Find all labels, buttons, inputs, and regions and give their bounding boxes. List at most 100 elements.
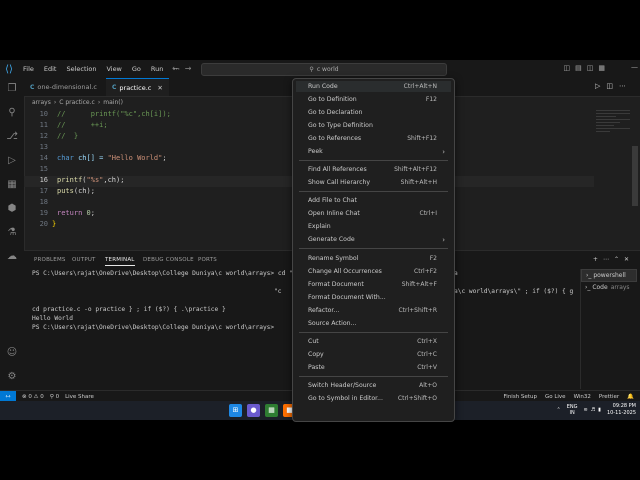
- terminal-item-powershell[interactable]: ›_ powershell: [581, 269, 637, 282]
- tab-one-dimensional[interactable]: C one-dimensional.c: [24, 78, 103, 96]
- menu-find-all-references[interactable]: Find All References Shift+Alt+F12: [296, 164, 451, 175]
- menu-paste[interactable]: Paste Ctrl+V: [296, 362, 451, 373]
- testing-icon[interactable]: ⚗: [5, 226, 19, 240]
- ports-count[interactable]: ⚲ 0: [50, 394, 59, 400]
- more-actions-icon[interactable]: ⋯: [619, 82, 632, 90]
- system-tray: ⌃ ENG IN ≋ ♬ ▮ 09:28 PM 10-11-2025: [557, 403, 637, 417]
- wifi-icon[interactable]: ≋: [583, 407, 587, 413]
- tab-debug-console[interactable]: DEBUG CONSOLE: [143, 257, 194, 263]
- toggle-sidebar-icon[interactable]: ◫: [564, 64, 576, 72]
- menu-change-all-occurrences[interactable]: Change All Occurrences Ctrl+F2: [296, 266, 451, 277]
- menu-edit[interactable]: Edit: [39, 65, 62, 73]
- more-actions-icon[interactable]: ⋯: [603, 256, 614, 263]
- terminal-item-code[interactable]: ›_ Code arrays: [581, 282, 637, 293]
- line-number: 19: [39, 209, 48, 217]
- back-arrow-icon[interactable]: ←: [172, 64, 185, 73]
- close-panel-icon[interactable]: ✕: [624, 256, 634, 263]
- menu-go-to-type-definition[interactable]: Go to Type Definition: [296, 120, 451, 131]
- menu-go-to-definition[interactable]: Go to Definition F12: [296, 94, 451, 105]
- editor-scrollbar[interactable]: [632, 146, 638, 206]
- menu-selection[interactable]: Selection: [61, 65, 101, 73]
- remote-explorer-icon[interactable]: ☁: [5, 250, 19, 264]
- menu-go-to-references[interactable]: Go to References Shift+F12: [296, 133, 451, 144]
- menu-open-inline-chat[interactable]: Open Inline Chat Ctrl+I: [296, 208, 451, 219]
- tab-output[interactable]: OUTPUT: [72, 257, 96, 263]
- widgets-icon[interactable]: ●: [247, 404, 260, 417]
- toggle-secondary-sidebar-icon[interactable]: ◫: [587, 64, 599, 72]
- input-language[interactable]: ENG IN: [567, 404, 578, 416]
- tab-ports[interactable]: PORTS: [198, 257, 217, 263]
- add-terminal-icon[interactable]: +: [593, 256, 603, 263]
- menu-peek[interactable]: Peek ›: [296, 146, 451, 157]
- menu-format-document[interactable]: Format Document Shift+Alt+F: [296, 279, 451, 290]
- go-live[interactable]: Go Live: [545, 394, 566, 400]
- menu-refactor[interactable]: Refactor... Ctrl+Shift+R: [296, 305, 451, 316]
- menu-view[interactable]: View: [101, 65, 126, 73]
- menu-switch-header-source[interactable]: Switch Header/Source Alt+O: [296, 380, 451, 391]
- tab-problems[interactable]: PROBLEMS: [34, 257, 66, 263]
- split-editor-icon[interactable]: ◫: [606, 82, 619, 90]
- line-number: 12: [39, 132, 48, 140]
- terminal-line: cd practice.c -o practice } ; if ($?) { …: [32, 306, 226, 313]
- menu-generate-code[interactable]: Generate Code ›: [296, 234, 451, 245]
- forward-arrow-icon[interactable]: →: [185, 64, 198, 73]
- c-file-icon: C: [112, 84, 117, 91]
- run-dropdown-icon[interactable]: ▷: [595, 82, 606, 90]
- nav-arrows[interactable]: ←→: [172, 64, 197, 73]
- terminal-prompt[interactable]: PS C:\Users\rajat\OneDrive\Desktop\Colle…: [32, 324, 278, 331]
- breadcrumb: arrays › C practice.c › main(): [24, 96, 126, 108]
- menu-run-code[interactable]: Run Code Ctrl+Alt+N: [296, 81, 451, 92]
- copilot-icon[interactable]: ⬢: [5, 202, 19, 216]
- explorer-icon[interactable]: ❐: [5, 82, 19, 96]
- battery-icon[interactable]: ▮: [598, 407, 601, 413]
- menu-cut[interactable]: Cut Ctrl+X: [296, 336, 451, 347]
- panel-actions[interactable]: +⋯⌃✕: [593, 256, 634, 263]
- tab-practice[interactable]: C practice.c ✕: [106, 78, 169, 96]
- minimap[interactable]: [594, 108, 632, 168]
- menu-add-file-to-chat[interactable]: Add File to Chat: [296, 195, 451, 206]
- menu-go[interactable]: Go: [127, 65, 146, 73]
- editor-actions[interactable]: ▷◫⋯: [595, 82, 632, 90]
- window-controls[interactable]: —: [631, 63, 638, 71]
- breadcrumb-symbol[interactable]: main(): [103, 99, 123, 106]
- menu-file[interactable]: File: [18, 65, 39, 73]
- toggle-panel-icon[interactable]: ▤: [575, 64, 587, 72]
- start-icon[interactable]: ⊞: [229, 404, 242, 417]
- menu-copy[interactable]: Copy Ctrl+C: [296, 349, 451, 360]
- clock[interactable]: 09:28 PM 10-11-2025: [607, 403, 636, 417]
- finish-setup[interactable]: Finish Setup: [504, 394, 537, 400]
- code-text: // printf("%c",ch[i]);: [57, 110, 171, 118]
- line-number: 10: [39, 110, 48, 118]
- account-icon[interactable]: ☺: [5, 346, 19, 360]
- live-share[interactable]: Live Share: [65, 394, 94, 400]
- menu-show-call-hierarchy[interactable]: Show Call Hierarchy Shift+Alt+H: [296, 177, 451, 188]
- platform[interactable]: Win32: [574, 394, 591, 400]
- command-center-search[interactable]: ⚲ c world: [201, 63, 447, 76]
- menu-rename-symbol[interactable]: Rename Symbol F2: [296, 253, 451, 264]
- menu-run[interactable]: Run: [146, 65, 168, 73]
- tab-terminal[interactable]: TERMINAL: [105, 257, 135, 266]
- customize-layout-icon[interactable]: ▦: [598, 64, 610, 72]
- spreadsheet-app-icon[interactable]: ▦: [265, 404, 278, 417]
- volume-icon[interactable]: ♬: [591, 407, 595, 413]
- menu-explain[interactable]: Explain: [296, 221, 451, 232]
- problems-count[interactable]: ⊗ 0 ⚠ 0: [22, 394, 44, 400]
- maximize-panel-icon[interactable]: ⌃: [614, 256, 624, 263]
- minimize-icon[interactable]: —: [631, 63, 638, 71]
- menu-format-document-with[interactable]: Format Document With...: [296, 292, 451, 303]
- run-debug-icon[interactable]: ▷: [5, 154, 19, 168]
- prettier[interactable]: Prettier: [599, 394, 619, 400]
- notifications-icon[interactable]: 🔔: [627, 394, 634, 400]
- menu-go-to-symbol[interactable]: Go to Symbol in Editor... Ctrl+Shift+O: [296, 393, 451, 404]
- layout-icons[interactable]: ◫▤◫▦: [564, 64, 611, 72]
- menu-source-action[interactable]: Source Action...: [296, 318, 451, 329]
- breadcrumb-file[interactable]: C practice.c: [59, 99, 95, 106]
- settings-gear-icon[interactable]: ⚙: [5, 370, 19, 384]
- search-view-icon[interactable]: ⚲: [5, 106, 19, 120]
- source-control-icon[interactable]: ⎇: [5, 130, 19, 144]
- chevron-up-icon[interactable]: ⌃: [557, 407, 561, 413]
- menu-go-to-declaration[interactable]: Go to Declaration: [296, 107, 451, 118]
- breadcrumb-folder[interactable]: arrays: [32, 99, 51, 106]
- extensions-icon[interactable]: ▦: [5, 178, 19, 192]
- close-icon[interactable]: ✕: [157, 84, 162, 92]
